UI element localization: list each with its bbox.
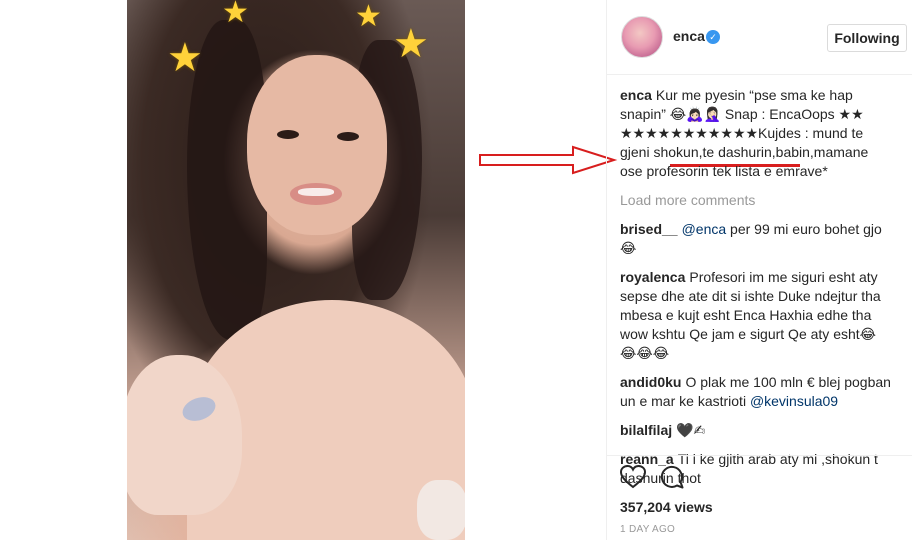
heart-icon[interactable] bbox=[620, 465, 646, 489]
eye-shape bbox=[337, 132, 359, 141]
comment-username[interactable]: royalenca bbox=[620, 269, 685, 285]
red-arrow-icon bbox=[479, 145, 618, 175]
eye-shape bbox=[277, 130, 299, 139]
post-timestamp[interactable]: 1 DAY AGO bbox=[620, 524, 675, 535]
comment-username[interactable]: andid0ku bbox=[620, 374, 681, 390]
verified-badge-icon: ✓ bbox=[706, 30, 720, 44]
comment-item: andid0ku O plak me 100 mln € blej pogban … bbox=[620, 373, 892, 411]
caption: enca Kur me pyesin “pse sma ke hap snapin… bbox=[620, 86, 892, 181]
comment-mention[interactable]: @enca bbox=[682, 221, 727, 237]
caption-text: Kur me pyesin “pse sma ke hap snapin” 😂🙇… bbox=[620, 87, 869, 179]
teeth-shape bbox=[298, 188, 334, 196]
star-filter-icon: ★ bbox=[167, 36, 203, 80]
lace-shape bbox=[417, 480, 465, 540]
comment-username[interactable]: bilalfilaj bbox=[620, 422, 672, 438]
star-filter-icon: ★ bbox=[222, 0, 249, 29]
caption-username[interactable]: enca bbox=[620, 87, 652, 103]
following-button[interactable]: Following bbox=[827, 24, 907, 52]
comment-item: brised__ @enca per 99 mi euro bohet gjo 😂 bbox=[620, 220, 892, 258]
avatar[interactable] bbox=[621, 16, 663, 58]
comment-username[interactable]: brised__ bbox=[620, 221, 678, 237]
author-username[interactable]: enca bbox=[673, 28, 705, 44]
face-shape bbox=[247, 55, 387, 235]
comment-item: bilalfilaj 🖤✍ bbox=[620, 421, 892, 440]
comment-item: royalenca Profesori im me siguri esht aty… bbox=[620, 268, 892, 363]
comment-text: 🖤✍ bbox=[676, 422, 706, 438]
comment-bubble-icon[interactable] bbox=[660, 465, 684, 489]
star-filter-icon: ★ bbox=[355, 0, 382, 33]
view-count: 357,204 views bbox=[620, 499, 713, 515]
load-more-comments-link[interactable]: Load more comments bbox=[620, 191, 892, 210]
post-video[interactable]: ★ ★ ★ ★ bbox=[127, 0, 465, 540]
comment-mention[interactable]: @kevinsula09 bbox=[750, 393, 838, 409]
comments-list: enca Kur me pyesin “pse sma ke hap snapin… bbox=[620, 86, 892, 498]
star-filter-icon: ★ bbox=[393, 22, 429, 66]
hand-shape bbox=[127, 355, 242, 515]
